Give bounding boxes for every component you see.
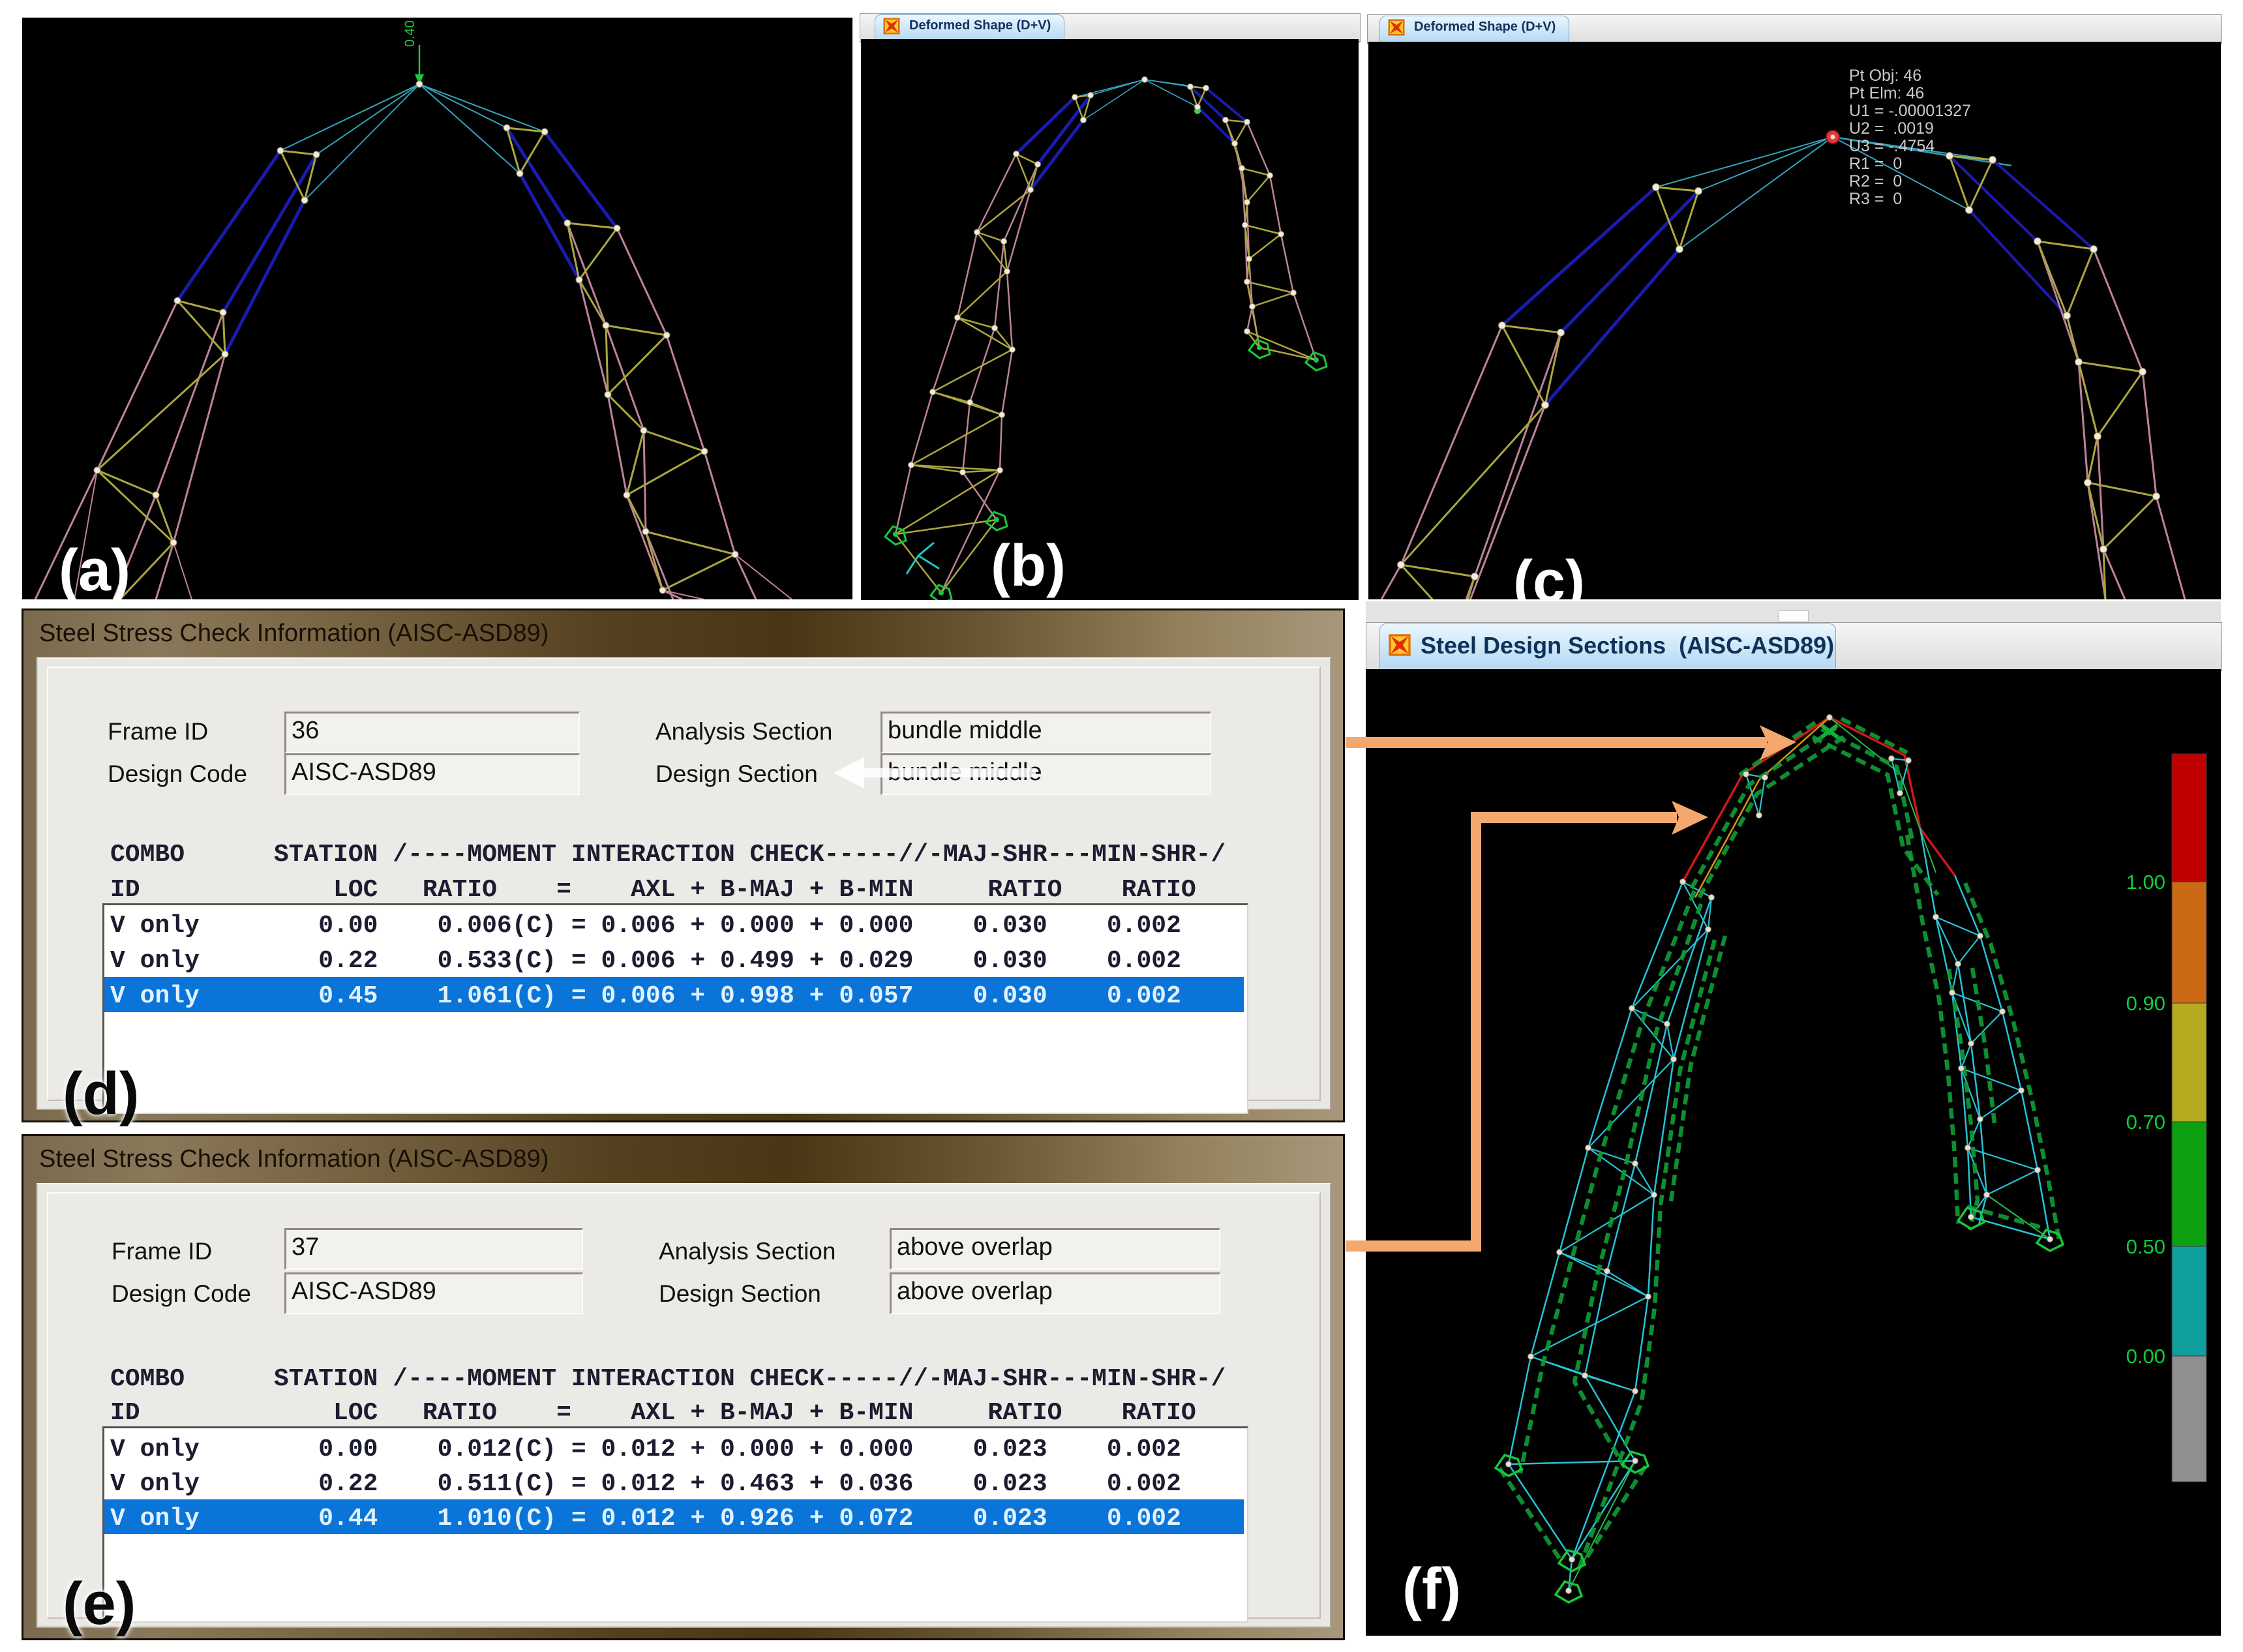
svg-text:R1 = 0: R1 = 0 xyxy=(1849,155,1902,173)
svg-text:(a): (a) xyxy=(59,538,130,599)
svg-text:U3 = -.4754: U3 = -.4754 xyxy=(1849,137,1934,155)
svg-text:0.50: 0.50 xyxy=(2126,1235,2165,1258)
svg-text:(c): (c) xyxy=(1513,549,1585,599)
svg-text:U2 = .0019: U2 = .0019 xyxy=(1849,119,1934,138)
svg-text:R3 = 0: R3 = 0 xyxy=(1849,190,1902,208)
svg-text:Pt Elm: 46: Pt Elm: 46 xyxy=(1849,84,1924,102)
svg-text:0.90: 0.90 xyxy=(2126,992,2165,1015)
svg-text:(f): (f) xyxy=(1402,1557,1461,1622)
svg-text:U1 = -.00001327: U1 = -.00001327 xyxy=(1849,102,1971,120)
svg-text:1.00: 1.00 xyxy=(2126,871,2165,894)
svg-text:Pt Obj: 46: Pt Obj: 46 xyxy=(1849,67,1921,85)
svg-text:0.00: 0.00 xyxy=(2126,1345,2165,1368)
svg-text:R2 = 0: R2 = 0 xyxy=(1849,172,1902,190)
svg-text:(b): (b) xyxy=(991,533,1066,599)
svg-text:0.70: 0.70 xyxy=(2126,1111,2165,1134)
svg-text:0.40: 0.40 xyxy=(402,20,417,47)
